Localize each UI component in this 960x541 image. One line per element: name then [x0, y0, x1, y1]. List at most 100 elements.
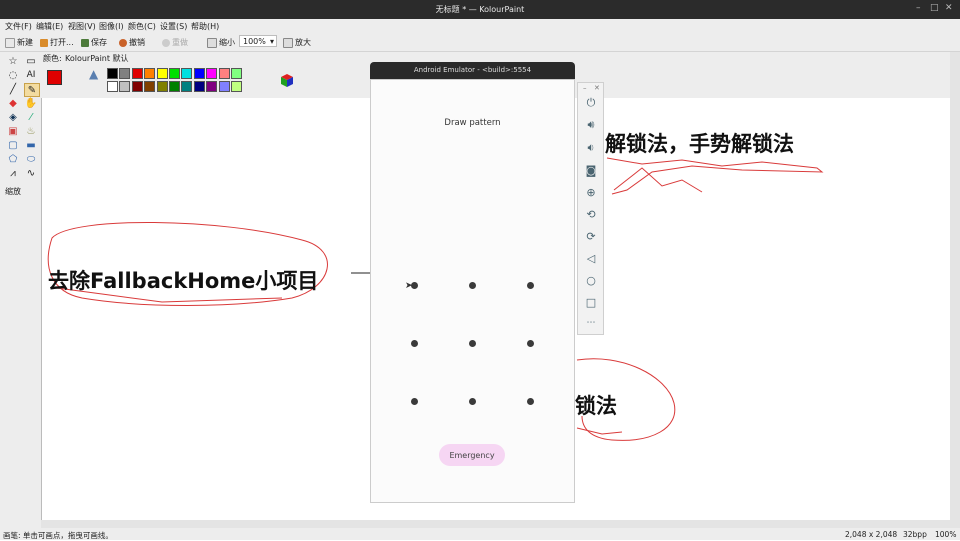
text-tool-icon[interactable]: AI [24, 69, 38, 81]
camera-icon[interactable]: ◙ [583, 162, 599, 178]
pattern-dot[interactable] [410, 397, 418, 405]
emergency-button[interactable]: Emergency [439, 444, 505, 466]
color-similarity-icon[interactable]: ▲ [89, 67, 101, 81]
redo-button[interactable]: 重做 [162, 37, 188, 48]
color-swatch[interactable] [231, 68, 242, 79]
color-swatch[interactable] [107, 81, 118, 92]
menu-help[interactable]: 帮助(H) [191, 21, 219, 32]
color-swatch[interactable] [206, 68, 218, 79]
overview-icon[interactable]: □ [583, 294, 599, 310]
rotate-right-icon[interactable]: ⟳ [583, 228, 599, 244]
zoom-out-icon [207, 37, 217, 48]
rect-select-icon[interactable]: ▭ [24, 55, 38, 67]
save-icon [81, 38, 89, 47]
free-select-icon[interactable]: ☆ [6, 55, 20, 67]
fill-icon[interactable]: ◈ [6, 111, 20, 123]
main-toolbar: 新建 打开... 保存 撤销 重做 缩小 放大 [0, 33, 960, 52]
zoom-out-button[interactable]: 缩小 [207, 37, 235, 48]
redo-icon [162, 38, 170, 47]
menu-settings[interactable]: 设置(S) [160, 21, 187, 32]
more-icon[interactable]: ⋯ [583, 315, 599, 331]
foreground-color[interactable] [47, 70, 62, 85]
color-swatch[interactable] [169, 81, 180, 92]
color-swatch[interactable] [231, 81, 242, 92]
zoom-select[interactable]: 100% ▾ [239, 35, 277, 47]
menu-image[interactable]: 图像(I) [99, 21, 124, 32]
color-swatch[interactable] [156, 68, 168, 79]
mouse-cursor-icon: ➤ [405, 281, 413, 291]
volume-down-icon[interactable]: 🔉︎ [583, 140, 599, 156]
new-button[interactable]: 新建 [5, 37, 33, 48]
pattern-dot[interactable] [468, 339, 476, 347]
color-swatch[interactable] [107, 68, 118, 79]
color-swatch[interactable] [193, 68, 205, 79]
line-tool-icon[interactable]: ╱ [6, 83, 20, 95]
emulator-side-panel: – ✕ ⏻ 🔊︎ 🔉︎ ◙ ⊕ ⟲ ⟳ ◁ ○ □ ⋯ [577, 82, 604, 335]
minimize-icon[interactable]: – [583, 84, 587, 92]
emulator-title[interactable]: Android Emulator - <build>:5554 [370, 62, 575, 79]
color-swatch[interactable] [181, 68, 193, 79]
pattern-dot[interactable] [526, 397, 534, 405]
pattern-dot[interactable] [526, 281, 534, 289]
maximize-button[interactable]: □ [930, 3, 939, 13]
zoom-icon[interactable]: ⊕ [583, 184, 599, 200]
color-swatch[interactable] [156, 81, 168, 92]
color-swatch[interactable] [206, 81, 218, 92]
color-cube-icon [279, 72, 295, 88]
color-swatch[interactable] [144, 68, 156, 79]
home-icon[interactable]: ○ [583, 272, 599, 288]
color-eraser-icon[interactable]: ▣ [6, 125, 20, 137]
polyline-icon[interactable]: ⩘ [6, 167, 20, 179]
zoom-in-button[interactable]: 放大 [283, 37, 311, 48]
curve-icon[interactable]: ∿ [24, 167, 38, 179]
undo-icon [119, 38, 127, 47]
pattern-dot[interactable] [526, 339, 534, 347]
color-swatch[interactable] [144, 81, 156, 92]
polygon-icon[interactable]: ⬠ [6, 153, 20, 165]
color-swatch[interactable] [193, 81, 205, 92]
undo-button[interactable]: 撤销 [119, 37, 145, 48]
back-icon[interactable]: ◁ [583, 250, 599, 266]
color-swatch[interactable] [119, 68, 131, 79]
open-button[interactable]: 打开... [40, 37, 74, 48]
color-swatch[interactable] [169, 68, 180, 79]
close-button[interactable]: ✕ [945, 3, 953, 13]
volume-up-icon[interactable]: 🔊︎ [583, 117, 599, 133]
pattern-dot[interactable] [468, 397, 476, 405]
colors-label: 颜色: [43, 54, 62, 63]
status-image-size: 2,048 x 2,048 [845, 530, 898, 539]
menu-colors[interactable]: 颜色(C) [128, 21, 156, 32]
status-bar: 画笔: 单击可画点，拖曳可画线。 2,048 x 2,048 32bpp 100… [0, 528, 960, 540]
vertical-scrollbar[interactable] [950, 52, 960, 528]
menu-bar: 文件(F) 编辑(E) 视图(V) 图像(I) 颜色(C) 设置(S) 帮助(H… [0, 19, 960, 33]
spraycan-icon[interactable]: ♨ [24, 125, 38, 137]
color-swatch[interactable] [218, 68, 230, 79]
menu-edit[interactable]: 编辑(E) [36, 21, 63, 32]
rounded-rect-icon[interactable]: ▢ [6, 139, 20, 151]
color-swatch[interactable] [131, 81, 143, 92]
horizontal-scrollbar[interactable] [41, 520, 950, 528]
menu-file[interactable]: 文件(F) [5, 21, 32, 32]
emulator-screen[interactable]: Draw pattern [370, 79, 575, 503]
color-picker-icon[interactable]: ⁄ [24, 111, 38, 123]
minimize-button[interactable]: – [916, 3, 921, 13]
pen-tool-icon[interactable]: ✎ [24, 83, 40, 97]
close-icon[interactable]: ✕ [594, 84, 600, 92]
color-swatch[interactable] [119, 81, 131, 92]
canvas-text-gesture-unlock: 解锁法，手势解锁法 [605, 132, 794, 156]
power-icon[interactable]: ⏻ [583, 95, 599, 111]
color-swatch[interactable] [131, 68, 143, 79]
menu-view[interactable]: 视图(V) [68, 21, 96, 32]
rotate-left-icon[interactable]: ⟲ [583, 206, 599, 222]
color-swatch[interactable] [218, 81, 230, 92]
ellipse-select-icon[interactable]: ◌ [6, 69, 20, 81]
pattern-dot[interactable] [410, 339, 418, 347]
status-hint: 画笔: 单击可画点，拖曳可画线。 [3, 531, 113, 540]
eraser-icon[interactable]: ◆ [6, 97, 20, 109]
color-swatch[interactable] [181, 81, 193, 92]
ellipse-icon[interactable]: ⬭ [24, 153, 38, 165]
save-button[interactable]: 保存 [81, 37, 107, 48]
pattern-dot[interactable] [468, 281, 476, 289]
brush-icon[interactable]: ✋ [24, 97, 38, 109]
rectangle-icon[interactable]: ▬ [24, 139, 38, 151]
